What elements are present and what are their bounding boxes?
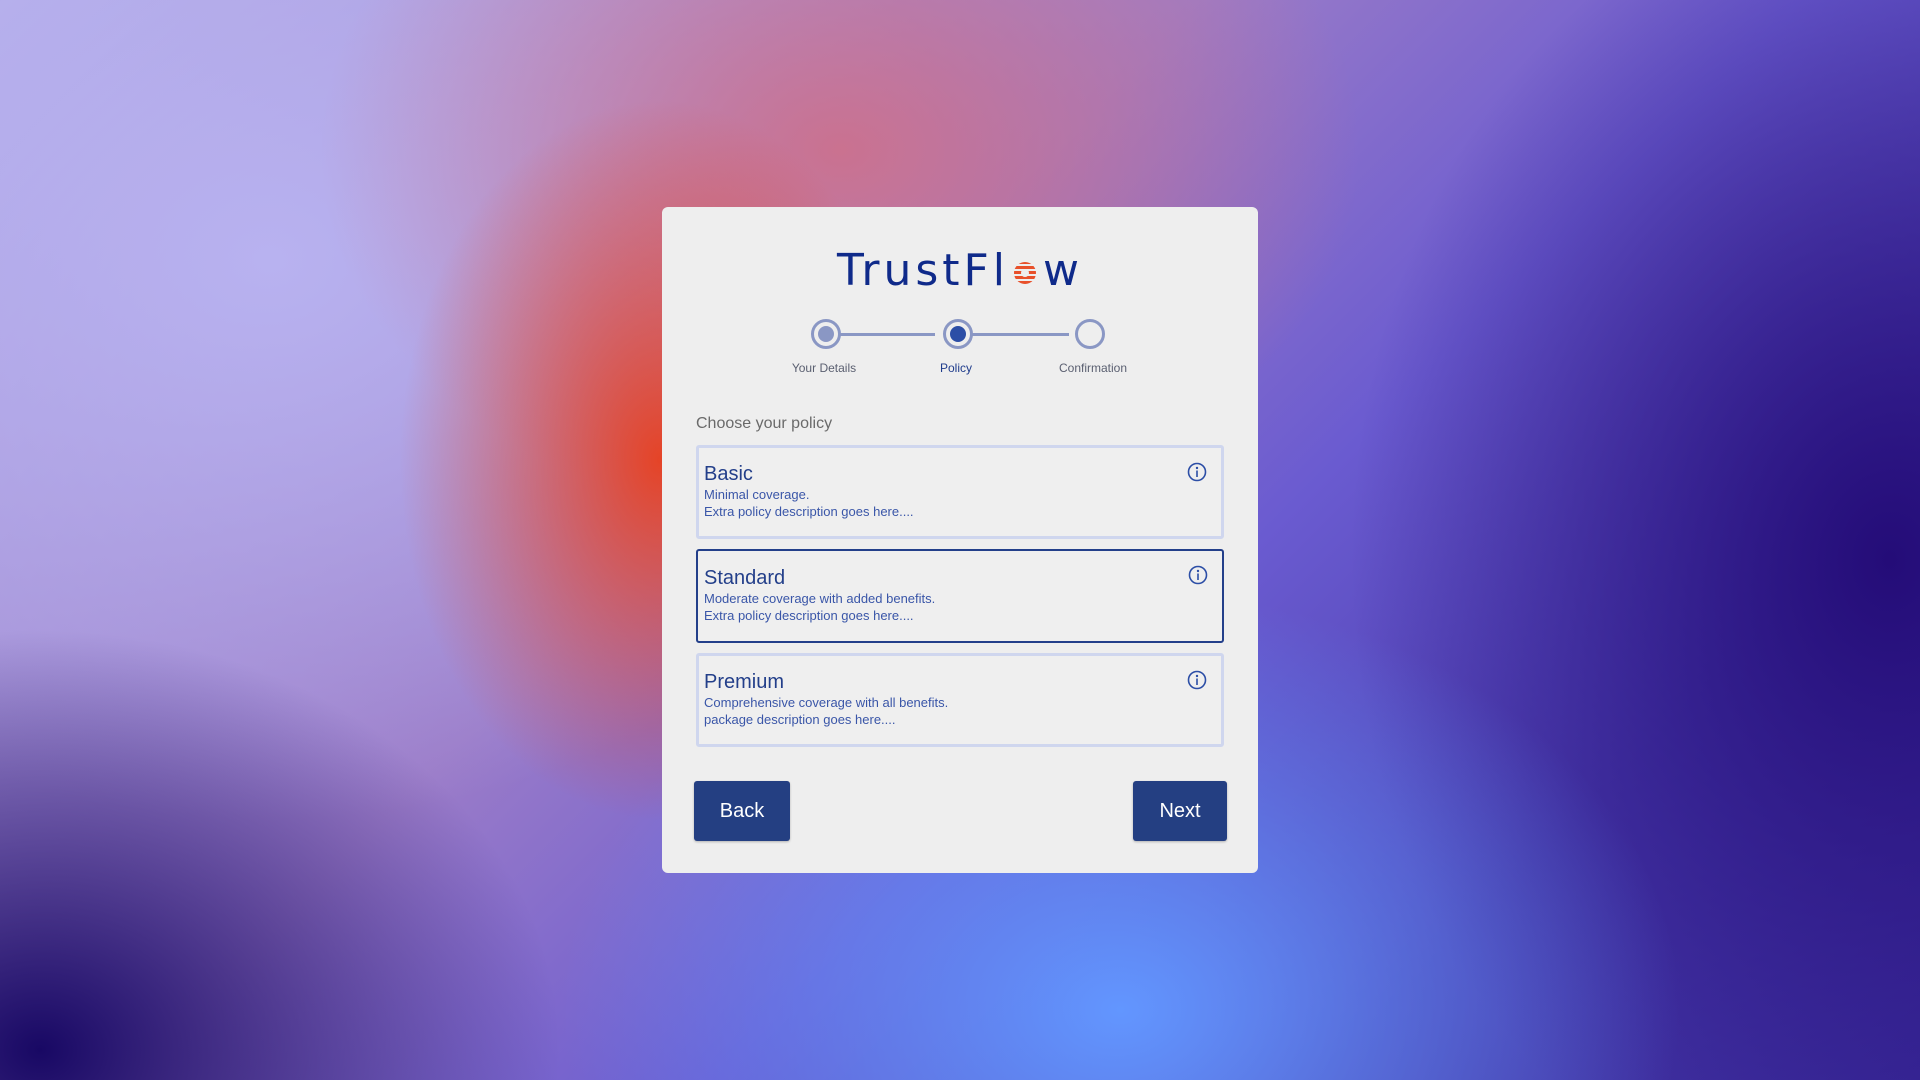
policy-description-line-2: Extra policy description goes here.... bbox=[704, 608, 914, 623]
sunburst-o-icon bbox=[1014, 262, 1037, 284]
step-2-active-dot bbox=[950, 326, 966, 342]
step-1-label: Your Details bbox=[791, 361, 857, 375]
policy-section-title: Choose your policy bbox=[696, 415, 833, 432]
policy-description-line-1: Moderate coverage with added benefits. bbox=[704, 591, 936, 606]
policy-description-line-2: Extra policy description goes here.... bbox=[704, 504, 914, 519]
step-1-indicator bbox=[811, 319, 841, 349]
stepper-connector-2 bbox=[961, 333, 1069, 336]
step-3-indicator bbox=[1075, 319, 1105, 349]
policy-name: Standard bbox=[704, 567, 786, 589]
page-background: { "brand": { "before": "TrustFl", "after… bbox=[0, 0, 1920, 1080]
info-icon[interactable] bbox=[1188, 565, 1208, 585]
step-3-label: Confirmation bbox=[1058, 361, 1128, 375]
step-1-completed-dot bbox=[818, 326, 834, 342]
policy-name: Basic bbox=[704, 463, 753, 485]
stepper-connector-1 bbox=[827, 333, 935, 336]
info-icon[interactable] bbox=[1187, 462, 1207, 482]
step-2-indicator bbox=[943, 319, 973, 349]
progress-stepper: Your Details Policy Confirmation bbox=[662, 317, 1258, 387]
next-button[interactable]: Next bbox=[1133, 781, 1227, 841]
enrollment-card: TrustFl w Your Details Policy Confirmatio… bbox=[662, 207, 1258, 873]
policy-description-line-1: Minimal coverage. bbox=[704, 487, 810, 502]
policy-name: Premium bbox=[704, 671, 785, 693]
brand-logo-text-start: TrustFl bbox=[836, 245, 1010, 296]
back-button[interactable]: Back bbox=[694, 781, 790, 841]
policy-option-premium[interactable]: Premium Comprehensive coverage with all … bbox=[696, 653, 1224, 747]
step-2-label: Policy bbox=[939, 361, 972, 375]
info-icon[interactable] bbox=[1187, 670, 1207, 690]
policy-description-line-1: Comprehensive coverage with all benefits… bbox=[704, 695, 949, 710]
policy-description-line-2: package description goes here.... bbox=[704, 712, 896, 727]
brand-logo: TrustFl w bbox=[662, 243, 1258, 299]
policy-option-basic[interactable]: Basic Minimal coverage. Extra policy des… bbox=[696, 445, 1224, 539]
brand-logo-text-end: w bbox=[1043, 245, 1084, 296]
policy-option-standard[interactable]: Standard Moderate coverage with added be… bbox=[696, 549, 1224, 643]
